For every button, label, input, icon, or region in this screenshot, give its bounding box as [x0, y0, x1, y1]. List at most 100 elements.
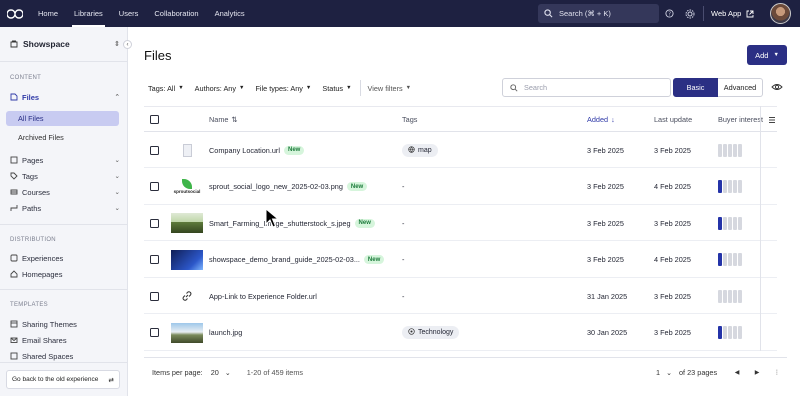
table-row[interactable]: App-Link to Experience Folder.url - 31 J… [144, 278, 777, 314]
items-per-page-value: 20 [210, 368, 219, 377]
nav-tab-collaboration[interactable]: Collaboration [146, 0, 206, 27]
sidebar-item-shared-spaces[interactable]: Shared Spaces [10, 349, 120, 363]
interest-bar [728, 289, 732, 303]
sidebar-item-all-files[interactable]: All Files [6, 111, 119, 126]
filter-bar: Tags: All ▼ Authors: Any ▼ File types: Any… [148, 79, 422, 97]
sidebar-divider [0, 224, 128, 225]
old-experience-button[interactable]: Go back to the old experience ⇄ [6, 370, 120, 389]
nav-tab-home[interactable]: Home [30, 0, 66, 27]
experiences-icon [10, 254, 18, 262]
sidebar-item-homepages[interactable]: Homepages [10, 267, 120, 281]
sidebar-item-experiences[interactable]: Experiences [10, 251, 120, 265]
next-page-icon[interactable]: ▶ [751, 367, 763, 379]
sidebar-item-email-shares[interactable]: Email Shares [10, 333, 120, 347]
nav-tab-analytics[interactable]: Analytics [207, 0, 253, 27]
user-avatar[interactable] [770, 3, 791, 24]
file-thumbnail[interactable] [171, 315, 203, 351]
table-scrollbar[interactable] [760, 106, 761, 351]
row-checkbox[interactable] [150, 169, 159, 205]
eye-icon[interactable] [771, 82, 783, 92]
sidebar-item-shared-spaces-label: Shared Spaces [22, 351, 74, 361]
added-date: 30 Jan 2025 [587, 328, 628, 337]
file-name-cell[interactable]: Company Location.url New [209, 132, 399, 168]
column-last-update-header[interactable]: Last update [654, 107, 692, 132]
sidebar-item-files[interactable]: Files ⌃ [10, 90, 120, 104]
gear-icon[interactable] [684, 8, 695, 19]
column-buyer-interest-header[interactable]: Buyer interest [718, 107, 766, 132]
filter-file-types-label: File types: Any [255, 83, 303, 93]
row-checkbox[interactable] [150, 315, 159, 351]
filter-authors[interactable]: Authors: Any ▼ [195, 84, 245, 93]
showspace-logo-icon[interactable] [0, 0, 30, 27]
tag-pill[interactable]: Technology [402, 326, 460, 339]
tag-pill[interactable]: map [402, 143, 438, 157]
caret-down-icon: ▼ [305, 85, 312, 91]
nav-tab-libraries[interactable]: Libraries [66, 0, 111, 27]
items-per-page-select[interactable]: 20 ⌄ [211, 368, 231, 377]
mode-basic-button[interactable]: Basic [673, 78, 718, 97]
collapse-sidebar-icon[interactable]: ‹ [123, 40, 132, 49]
file-name-cell[interactable]: launch.jpg [209, 315, 399, 351]
global-search-button[interactable]: Search (⌘ + K) [538, 4, 659, 23]
file-name-cell[interactable]: App-Link to Experience Folder.url [209, 278, 399, 314]
file-name-cell[interactable]: sprout_social_logo_new_2025-02-03.png Ne… [209, 169, 399, 205]
filter-file-types[interactable]: File types: Any ▼ [255, 84, 311, 93]
sidebar-item-courses[interactable]: Courses ⌄ [10, 185, 120, 199]
file-name[interactable]: Company Location.url [209, 146, 280, 155]
row-checkbox[interactable] [150, 242, 159, 278]
new-badge: New [283, 145, 305, 155]
arrow-down-icon: ↓ [611, 115, 615, 124]
sidebar-item-sharing-themes[interactable]: Sharing Themes [10, 317, 120, 331]
filter-tags[interactable]: Tags: All ▼ [148, 84, 184, 93]
table-row[interactable]: showspace_demo_brand_guide_2025-02-03...… [144, 242, 777, 278]
table-row[interactable]: Smart_Farming_Image_shutterstock_s.jpeg … [144, 205, 777, 241]
nav-tab-users[interactable]: Users [111, 0, 147, 27]
row-checkbox[interactable] [150, 132, 159, 168]
file-name[interactable]: App-Link to Experience Folder.url [209, 292, 317, 301]
file-name[interactable]: sprout_social_logo_new_2025-02-03.png [209, 182, 343, 191]
files-search-input[interactable]: Search [502, 78, 671, 97]
add-button[interactable]: Add ▼ [747, 45, 787, 65]
buyer-interest-meter [718, 205, 742, 241]
select-all-checkbox[interactable] [150, 107, 159, 132]
help-icon[interactable]: ? [664, 8, 675, 19]
interest-bar [728, 253, 732, 266]
column-name-header[interactable]: Name ⇅ [209, 107, 238, 132]
sidebar-item-paths[interactable]: Paths ⌄ [10, 201, 120, 215]
file-thumbnail[interactable] [171, 132, 203, 168]
table-row[interactable]: launch.jpg Technology 30 Jan 2025 3 Feb … [144, 315, 777, 351]
sidebar-item-pages[interactable]: Pages ⌄ [10, 153, 120, 167]
file-thumbnail[interactable] [171, 278, 203, 314]
column-added-header[interactable]: Added ↓ [587, 107, 615, 132]
previous-page-icon[interactable]: ◀ [731, 367, 743, 379]
page-select[interactable]: 1 ⌄ [656, 368, 672, 377]
column-settings-icon[interactable] [768, 107, 776, 132]
chevron-down-icon: ⌄ [114, 205, 120, 212]
last-update-date: 4 Feb 2025 [654, 255, 691, 264]
file-thumbnail[interactable] [171, 205, 203, 241]
file-thumbnail[interactable] [171, 242, 203, 278]
sidebar-item-paths-label: Paths [22, 203, 42, 213]
workspace-switcher[interactable]: Showspace ⇕ [10, 39, 120, 49]
view-filters[interactable]: View filters ▼ [368, 84, 412, 93]
caret-down-icon: ▼ [346, 85, 352, 91]
more-options-icon[interactable]: ⋮ [771, 367, 783, 379]
filter-status[interactable]: Status ▼ [322, 84, 351, 93]
sidebar-item-tags[interactable]: Tags ⌄ [10, 169, 120, 183]
table-row[interactable]: sproutsocial sprout_social_logo_new_2025… [144, 169, 777, 205]
table-row[interactable]: Company Location.url New map 3 Feb 2025 … [144, 132, 777, 168]
file-name-cell[interactable]: showspace_demo_brand_guide_2025-02-03...… [209, 242, 399, 278]
file-name-cell[interactable]: Smart_Farming_Image_shutterstock_s.jpeg … [209, 205, 399, 241]
file-name[interactable]: launch.jpg [209, 328, 242, 337]
web-app-link[interactable]: Web App [711, 0, 754, 27]
row-checkbox[interactable] [150, 278, 159, 314]
caret-down-icon: ▼ [405, 85, 412, 91]
file-name[interactable]: showspace_demo_brand_guide_2025-02-03... [209, 255, 360, 264]
nav-divider [703, 6, 704, 21]
mode-advanced-button[interactable]: Advanced [718, 78, 763, 97]
sidebar-item-pages-label: Pages [22, 155, 44, 165]
file-thumbnail[interactable]: sproutsocial [171, 169, 203, 205]
sidebar-item-archived-files[interactable]: Archived Files [6, 130, 119, 145]
row-checkbox[interactable] [150, 205, 159, 241]
tag-empty: - [402, 255, 405, 264]
